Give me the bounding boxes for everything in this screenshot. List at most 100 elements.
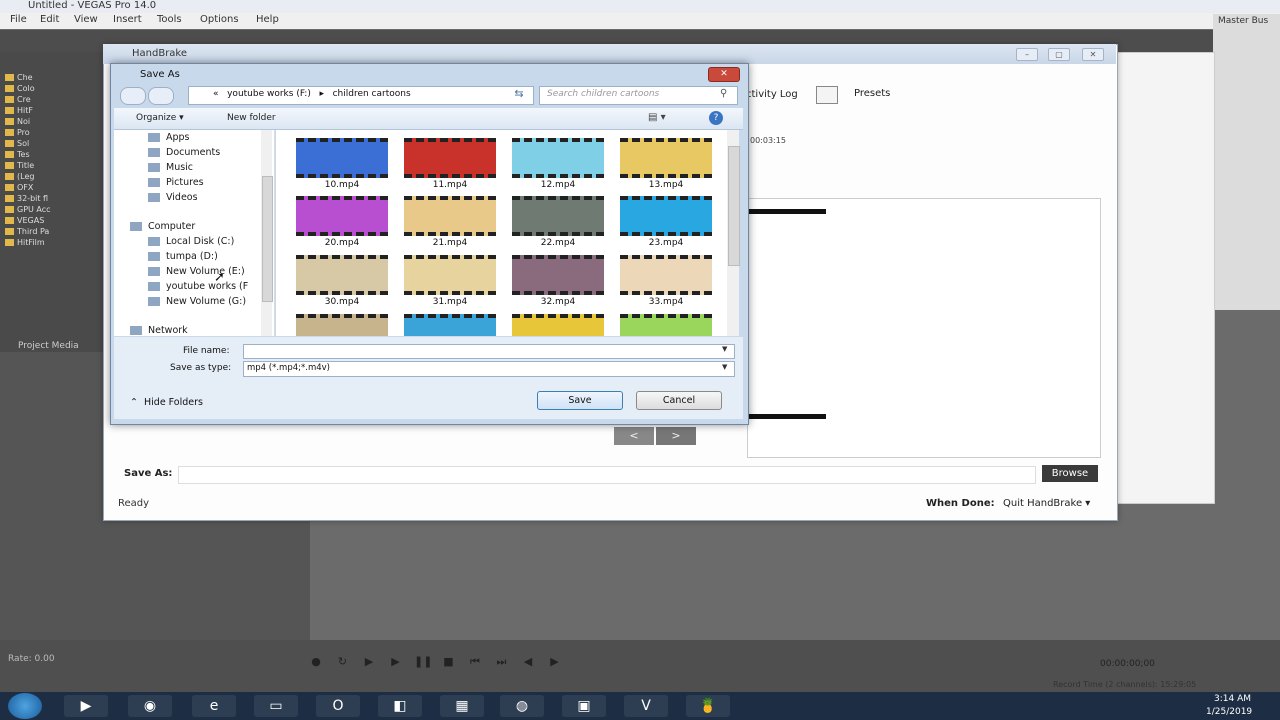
menu-edit[interactable]: Edit [40,14,59,25]
tree-item[interactable]: HitFilm [5,238,105,249]
prev-frame-icon[interactable]: ◀ [520,655,536,669]
search-icon[interactable]: ⚲ [720,88,727,99]
record-icon[interactable]: ● [308,655,324,669]
view-options-icon[interactable]: ▤ ▾ [648,112,666,123]
file-thumbnail[interactable] [296,138,388,178]
preview-next-button[interactable]: > [656,427,696,445]
tree-item[interactable]: Tes [5,150,105,161]
file-thumbnail[interactable] [296,255,388,295]
nav-item-documents[interactable]: Documents [148,147,220,158]
close-icon[interactable]: ✕ [1082,48,1104,61]
tree-item[interactable]: (Leg [5,172,105,183]
file-thumbnail[interactable] [404,314,496,336]
chevron-down-icon[interactable]: ▼ [722,363,727,371]
nav-item-videos[interactable]: Videos [148,192,198,203]
app-icon[interactable]: ▦ [440,695,484,717]
file-explorer-icon[interactable]: ▭ [254,695,298,717]
nav-item-music[interactable]: Music [148,162,193,173]
presets-icon[interactable] [816,86,838,104]
file-thumbnail[interactable] [512,138,604,178]
nav-item-drive-d[interactable]: tumpa (D:) [148,251,218,262]
hide-folders-toggle[interactable]: ⌃ Hide Folders [130,397,203,408]
file-name-label[interactable]: 30.mp4 [296,297,388,307]
nav-item-pictures[interactable]: Pictures [148,177,204,188]
file-thumbnail[interactable] [296,196,388,236]
nav-item-apps[interactable]: Apps [148,132,190,143]
chrome-icon[interactable]: ◉ [128,695,172,717]
tree-item[interactable]: Che [5,73,105,84]
go-to-end-icon[interactable]: ⏭ [494,655,510,669]
tree-item[interactable]: Pro [5,128,105,139]
back-button[interactable] [120,87,146,105]
file-name-label[interactable]: 33.mp4 [620,297,712,307]
tree-item[interactable]: Cre [5,95,105,106]
forward-button[interactable] [148,87,174,105]
nav-item-network[interactable]: Network [130,325,188,336]
file-name-input[interactable] [243,344,735,359]
stop-icon[interactable]: ■ [441,655,457,669]
internet-explorer-icon[interactable]: e [192,695,236,717]
when-done-dropdown[interactable]: Quit HandBrake ▾ [1003,498,1090,509]
play-icon[interactable]: ▶ [388,655,404,669]
start-button[interactable] [8,693,42,719]
nav-item-drive-e[interactable]: New Volume (E:) [148,266,245,277]
breadcrumb-drive[interactable]: youtube works (F:) [227,89,311,99]
nav-item-drive-c[interactable]: Local Disk (C:) [148,236,234,247]
chevron-down-icon[interactable]: ▼ [722,345,727,353]
menu-file[interactable]: File [10,14,27,25]
tree-item[interactable]: OFX [5,183,105,194]
help-icon[interactable]: ? [709,111,723,125]
handbrake-icon[interactable]: 🍍 [686,695,730,717]
file-name-label[interactable]: 22.mp4 [512,238,604,248]
tab-project-media[interactable]: Project Media [18,341,79,351]
nav-item-computer[interactable]: Computer [130,221,195,232]
camtasia-icon[interactable]: ◧ [378,695,422,717]
nav-item-drive-g[interactable]: New Volume (G:) [148,296,246,307]
organize-button[interactable]: Organize ▾ [136,113,184,123]
media-player-icon[interactable]: ▶ [64,695,108,717]
file-name-label[interactable]: 12.mp4 [512,180,604,190]
file-thumbnail[interactable] [512,314,604,336]
menu-options[interactable]: Options [200,14,239,25]
menu-help[interactable]: Help [256,14,279,25]
file-name-label[interactable]: 10.mp4 [296,180,388,190]
tree-item[interactable]: Title [5,161,105,172]
tree-item[interactable]: HitF [5,106,105,117]
file-name-label[interactable]: 32.mp4 [512,297,604,307]
go-to-start-icon[interactable]: ⏮ [467,655,483,669]
save-button[interactable]: Save [537,391,623,410]
menu-view[interactable]: View [74,14,98,25]
file-name-label[interactable]: 11.mp4 [404,180,496,190]
tree-item[interactable]: VEGAS [5,216,105,227]
file-thumbnail[interactable] [620,138,712,178]
close-icon[interactable]: ✕ [708,67,740,82]
presets-button[interactable]: Presets [854,88,890,99]
minimize-icon[interactable]: – [1016,48,1038,61]
file-thumbnail[interactable] [512,255,604,295]
opera-icon[interactable]: O [316,695,360,717]
files-scrollbar-thumb[interactable] [728,146,740,266]
tree-item[interactable]: GPU Acc [5,205,105,216]
preview-prev-button[interactable]: < [614,427,654,445]
file-name-label[interactable]: 20.mp4 [296,238,388,248]
maximize-icon[interactable]: ▢ [1048,48,1070,61]
vegas-icon[interactable]: V [624,695,668,717]
play-from-start-icon[interactable]: ▶ [361,655,377,669]
save-as-input[interactable] [178,466,1036,484]
file-thumbnail[interactable] [296,314,388,336]
file-thumbnail[interactable] [404,196,496,236]
computer-icon[interactable]: ▣ [562,695,606,717]
file-thumbnail[interactable] [620,196,712,236]
pause-icon[interactable]: ❚❚ [414,655,432,669]
refresh-icon[interactable]: ⇆ [509,87,529,102]
file-name-label[interactable]: 21.mp4 [404,238,496,248]
file-thumbnail[interactable] [620,314,712,336]
breadcrumb-folder[interactable]: children cartoons [333,89,411,99]
file-thumbnail[interactable] [620,255,712,295]
activity-log-button[interactable]: ctivity Log [746,89,798,100]
file-name-label[interactable]: 13.mp4 [620,180,712,190]
tree-item[interactable]: Noi [5,117,105,128]
file-thumbnail[interactable] [404,138,496,178]
tree-item[interactable]: Third Pa [5,227,105,238]
nav-item-drive-f[interactable]: youtube works (F [148,281,248,292]
